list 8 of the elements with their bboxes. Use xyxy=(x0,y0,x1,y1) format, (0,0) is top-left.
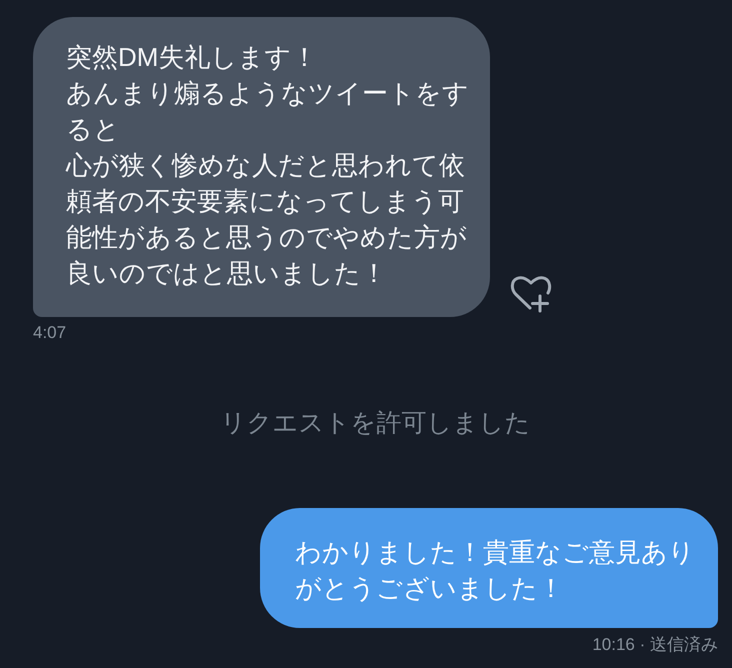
message-text: 心が狭く惨めな人だと思われて依頼者の不安要素になってしまう可能性があると思うのでやめた方が良いのではと思いました！ xyxy=(66,149,468,290)
heart-plus-icon[interactable] xyxy=(510,275,552,313)
message-text: わかりました！貴重なご意見ありがとうございました！ xyxy=(295,536,696,605)
message-text: 突然DM失礼します！ xyxy=(66,41,318,74)
message-text: あんまり煽るようなツイートをすると xyxy=(66,77,470,146)
message-status: 10:16 · 送信済み xyxy=(592,634,718,656)
message-timestamp: 4:07 xyxy=(33,322,66,344)
system-notice: リクエストを許可しました xyxy=(220,408,530,439)
